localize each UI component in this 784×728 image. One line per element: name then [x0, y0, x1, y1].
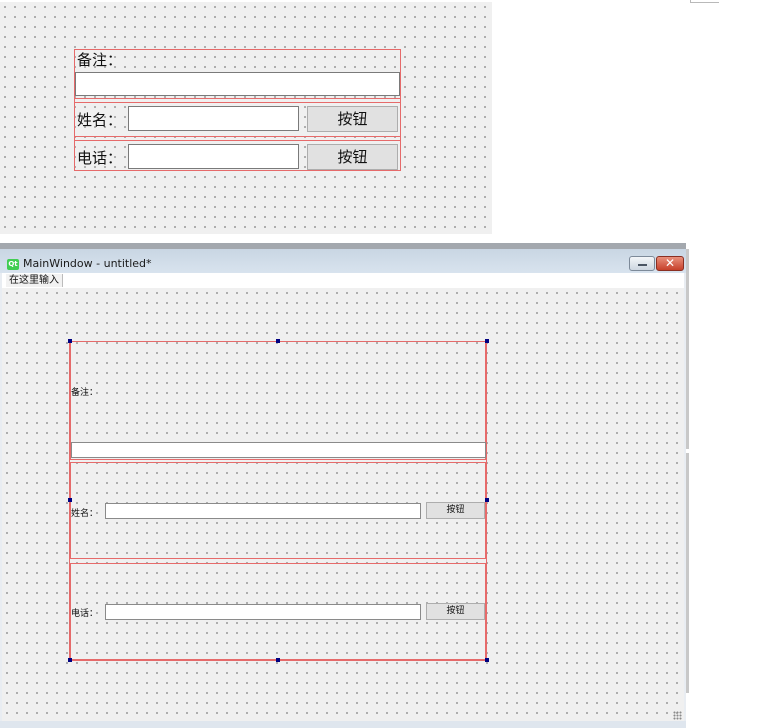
phone-button[interactable]: 按钮	[426, 603, 485, 620]
selection-handle-left[interactable]	[68, 498, 72, 502]
note-input[interactable]	[71, 442, 486, 458]
preview-phone-input[interactable]	[128, 144, 299, 169]
selection-handle-top-right[interactable]	[485, 339, 489, 343]
design-canvas[interactable]: 备注： 姓名： 按钮 电话： 按钮	[2, 288, 684, 721]
preview-note-label: 备注：	[77, 51, 123, 69]
window-bottom-border	[0, 721, 686, 728]
preview-phone-button[interactable]: 按钮	[307, 144, 398, 170]
form-preview: 备注： 姓名： 按钮 电话： 按钮	[0, 2, 492, 234]
minimize-icon[interactable]	[629, 256, 655, 271]
window-title: MainWindow - untitled*	[23, 257, 152, 270]
selection-handle-top[interactable]	[276, 339, 280, 343]
close-icon[interactable]: ✕	[656, 256, 684, 271]
menu-bar: 在这里输入	[2, 273, 684, 288]
preview-note-input[interactable]	[75, 72, 400, 96]
preview-name-button[interactable]: 按钮	[307, 106, 398, 132]
main-window: Qt MainWindow - untitled* ✕ 在这里输入 备注： 姓名…	[0, 243, 686, 728]
selection-handle-bottom-left[interactable]	[68, 658, 72, 662]
phone-label: 电话：	[71, 609, 99, 619]
title-bar[interactable]: Qt MainWindow - untitled* ✕	[0, 243, 686, 273]
preview-phone-label: 电话：	[77, 149, 123, 167]
menu-placeholder[interactable]: 在这里输入	[6, 274, 63, 287]
name-label: 姓名：	[71, 509, 99, 519]
qt-logo-icon: Qt	[7, 259, 19, 270]
corner-mark	[690, 0, 719, 3]
side-scrollbar-strip	[686, 243, 690, 693]
note-label: 备注：	[71, 388, 99, 398]
name-button[interactable]: 按钮	[426, 502, 485, 519]
selection-handle-right[interactable]	[485, 498, 489, 502]
preview-name-label: 姓名：	[77, 111, 123, 129]
selection-handle-bottom[interactable]	[276, 658, 280, 662]
phone-input[interactable]	[105, 604, 421, 620]
selection-handle-top-left[interactable]	[68, 339, 72, 343]
preview-name-input[interactable]	[128, 106, 299, 131]
name-input[interactable]	[105, 503, 421, 519]
selection-handle-bottom-right[interactable]	[485, 658, 489, 662]
resize-grip-icon[interactable]	[673, 711, 682, 720]
